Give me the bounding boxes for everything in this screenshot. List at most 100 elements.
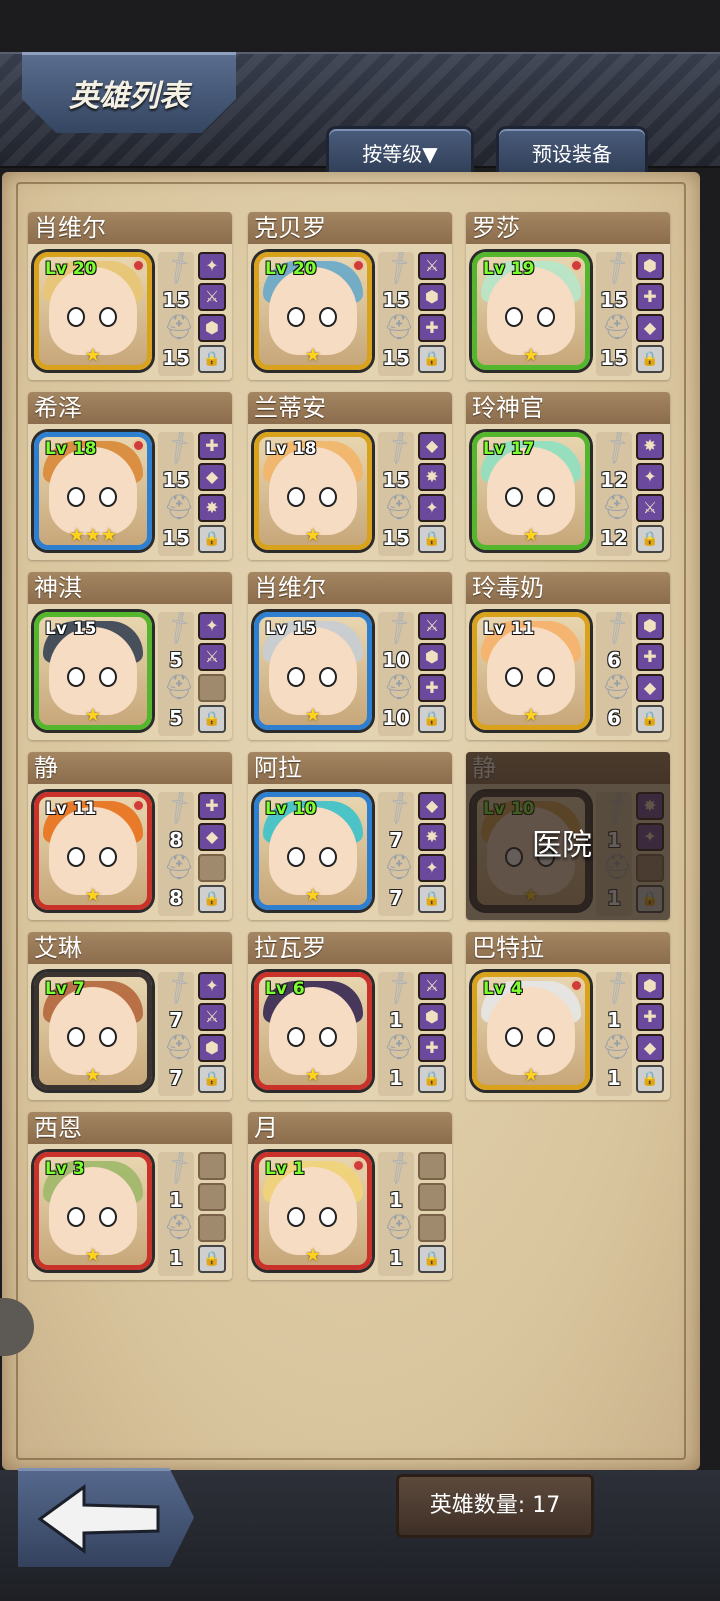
hero-card[interactable]: 神淇 Lv 15 ★ 🗡 5 ⛑ 5 ✦ ⚔ 🔒 [28, 572, 232, 740]
hero-card[interactable]: 阿拉 Lv 10 ★ 🗡 7 ⛑ 7 ◆ ✸ ✦ 🔒 [248, 752, 452, 920]
equipment-item-icon[interactable]: ✦ [198, 252, 226, 280]
hero-card[interactable]: 艾琳 Lv 7 ★ 🗡 7 ⛑ 7 ✦ ⚔ ⬢ 🔒 [28, 932, 232, 1100]
equipment-item-icon[interactable]: ✦ [198, 612, 226, 640]
equipment-item-icon[interactable]: ✦ [636, 463, 664, 491]
hero-portrait[interactable]: Lv 7 ★ [34, 972, 152, 1090]
equipment-item-icon[interactable]: ✸ [418, 463, 446, 491]
empty-equipment-slot[interactable] [198, 674, 226, 702]
lock-icon[interactable]: 🔒 [198, 1065, 226, 1093]
lock-icon[interactable]: 🔒 [418, 1245, 446, 1273]
equipment-item-icon[interactable]: ⚔ [418, 612, 446, 640]
hero-portrait[interactable]: Lv 20 ★ [34, 252, 152, 370]
lock-icon[interactable]: 🔒 [636, 345, 664, 373]
hero-card[interactable]: 肖维尔 Lv 15 ★ 🗡 10 ⛑ 10 ⚔ ⬢ ✚ 🔒 [248, 572, 452, 740]
back-button[interactable] [18, 1468, 194, 1567]
equipment-item-icon[interactable]: ✚ [418, 1034, 446, 1062]
equipment-item-icon[interactable]: ⬢ [198, 1034, 226, 1062]
equipment-item-icon[interactable]: ⬢ [198, 314, 226, 342]
equipment-item-icon[interactable]: ✚ [636, 643, 664, 671]
hero-card[interactable]: 玲毒奶 Lv 11 ★ 🗡 6 ⛑ 6 ⬢ ✚ ◆ 🔒 [466, 572, 670, 740]
equipment-item-icon[interactable]: ✦ [198, 972, 226, 1000]
equipment-item-icon[interactable]: ⬢ [636, 972, 664, 1000]
equipment-item-icon[interactable]: ⚔ [198, 643, 226, 671]
empty-equipment-slot[interactable] [198, 854, 226, 882]
hero-card[interactable]: 罗莎 Lv 19 ★ 🗡 15 ⛑ 15 ⬢ ✚ ◆ 🔒 [466, 212, 670, 380]
lock-icon[interactable]: 🔒 [198, 705, 226, 733]
preset-equipment-button[interactable]: 预设装备 [496, 126, 648, 177]
hero-portrait[interactable]: Lv 19 ★ [472, 252, 590, 370]
equipment-item-icon[interactable]: ✦ [418, 494, 446, 522]
lock-icon[interactable]: 🔒 [636, 1065, 664, 1093]
lock-icon[interactable]: 🔒 [636, 705, 664, 733]
hero-card[interactable]: 拉瓦罗 Lv 6 ★ 🗡 1 ⛑ 1 ⚔ ⬢ ✚ 🔒 [248, 932, 452, 1100]
equipment-item-icon[interactable]: ⬢ [636, 252, 664, 280]
lock-icon[interactable]: 🔒 [198, 1245, 226, 1273]
lock-icon[interactable]: 🔒 [198, 345, 226, 373]
equipment-item-icon[interactable]: ✚ [198, 792, 226, 820]
hero-portrait[interactable]: Lv 11 ★ [472, 612, 590, 730]
hero-card[interactable]: 静Lv 10★🗡1⛑1✸✦🔒医院 [466, 752, 670, 920]
equipment-item-icon[interactable]: ✚ [418, 314, 446, 342]
equipment-item-icon[interactable]: ◆ [636, 1034, 664, 1062]
hero-portrait[interactable]: Lv 15 ★ [34, 612, 152, 730]
lock-icon[interactable]: 🔒 [418, 885, 446, 913]
hero-card[interactable]: 希泽 Lv 18 ★★★ 🗡 15 ⛑ 15 ✚ ◆ ✸ 🔒 [28, 392, 232, 560]
lock-icon[interactable]: 🔒 [198, 885, 226, 913]
hero-portrait[interactable]: Lv 15 ★ [254, 612, 372, 730]
hero-portrait[interactable]: Lv 3 ★ [34, 1152, 152, 1270]
hero-card[interactable]: 巴特拉 Lv 4 ★ 🗡 1 ⛑ 1 ⬢ ✚ ◆ 🔒 [466, 932, 670, 1100]
equipment-item-icon[interactable]: ✸ [198, 494, 226, 522]
hero-card[interactable]: 月 Lv 1 ★ 🗡 1 ⛑ 1 🔒 [248, 1112, 452, 1280]
hero-card[interactable]: 西恩 Lv 3 ★ 🗡 1 ⛑ 1 🔒 [28, 1112, 232, 1280]
empty-equipment-slot[interactable] [418, 1183, 446, 1211]
equipment-item-icon[interactable]: ⚔ [198, 283, 226, 311]
empty-equipment-slot[interactable] [198, 1152, 226, 1180]
equipment-item-icon[interactable]: ✸ [636, 432, 664, 460]
hero-portrait[interactable]: Lv 11 ★ [34, 792, 152, 910]
empty-equipment-slot[interactable] [418, 1214, 446, 1242]
hero-portrait[interactable]: Lv 18 ★ [254, 432, 372, 550]
sort-by-level-button[interactable]: 按等级▼ [326, 126, 474, 177]
equipment-item-icon[interactable]: ◆ [198, 823, 226, 851]
hero-card[interactable]: 克贝罗 Lv 20 ★ 🗡 15 ⛑ 15 ⚔ ⬢ ✚ 🔒 [248, 212, 452, 380]
equipment-item-icon[interactable]: ⚔ [418, 252, 446, 280]
equipment-item-icon[interactable]: ✸ [418, 823, 446, 851]
empty-equipment-slot[interactable] [198, 1183, 226, 1211]
hero-portrait[interactable]: Lv 20 ★ [254, 252, 372, 370]
equipment-item-icon[interactable]: ⬢ [418, 1003, 446, 1031]
hero-portrait[interactable]: Lv 10 ★ [254, 792, 372, 910]
equipment-item-icon[interactable]: ⬢ [418, 283, 446, 311]
empty-equipment-slot[interactable] [198, 1214, 226, 1242]
lock-icon[interactable]: 🔒 [636, 525, 664, 553]
lock-icon[interactable]: 🔒 [418, 525, 446, 553]
hero-portrait[interactable]: Lv 4 ★ [472, 972, 590, 1090]
hero-card[interactable]: 玲神官 Lv 17 ★ 🗡 12 ⛑ 12 ✸ ✦ ⚔ 🔒 [466, 392, 670, 560]
equipment-item-icon[interactable]: ◆ [418, 792, 446, 820]
empty-equipment-slot[interactable] [418, 1152, 446, 1180]
equipment-item-icon[interactable]: ◆ [636, 674, 664, 702]
equipment-item-icon[interactable]: ⬢ [636, 612, 664, 640]
equipment-item-icon[interactable]: ⬢ [418, 643, 446, 671]
lock-icon[interactable]: 🔒 [418, 1065, 446, 1093]
hero-portrait[interactable]: Lv 17 ★ [472, 432, 590, 550]
hero-portrait[interactable]: Lv 6 ★ [254, 972, 372, 1090]
equipment-item-icon[interactable]: ◆ [418, 432, 446, 460]
equipment-item-icon[interactable]: ✚ [198, 432, 226, 460]
equipment-item-icon[interactable]: ✚ [636, 283, 664, 311]
equipment-item-icon[interactable]: ◆ [198, 463, 226, 491]
equipment-item-icon[interactable]: ◆ [636, 314, 664, 342]
equipment-item-icon[interactable]: ✚ [418, 674, 446, 702]
equipment-item-icon[interactable]: ✦ [418, 854, 446, 882]
equipment-item-icon[interactable]: ✚ [636, 1003, 664, 1031]
lock-icon[interactable]: 🔒 [418, 345, 446, 373]
hero-card[interactable]: 兰蒂安 Lv 18 ★ 🗡 15 ⛑ 15 ◆ ✸ ✦ 🔒 [248, 392, 452, 560]
hero-portrait[interactable]: Lv 18 ★★★ [34, 432, 152, 550]
hero-card[interactable]: 肖维尔 Lv 20 ★ 🗡 15 ⛑ 15 ✦ ⚔ ⬢ 🔒 [28, 212, 232, 380]
equipment-item-icon[interactable]: ⚔ [636, 494, 664, 522]
lock-icon[interactable]: 🔒 [418, 705, 446, 733]
hero-card[interactable]: 静 Lv 11 ★ 🗡 8 ⛑ 8 ✚ ◆ 🔒 [28, 752, 232, 920]
hero-portrait[interactable]: Lv 1 ★ [254, 1152, 372, 1270]
equipment-item-icon[interactable]: ⚔ [198, 1003, 226, 1031]
lock-icon[interactable]: 🔒 [198, 525, 226, 553]
equipment-item-icon[interactable]: ⚔ [418, 972, 446, 1000]
